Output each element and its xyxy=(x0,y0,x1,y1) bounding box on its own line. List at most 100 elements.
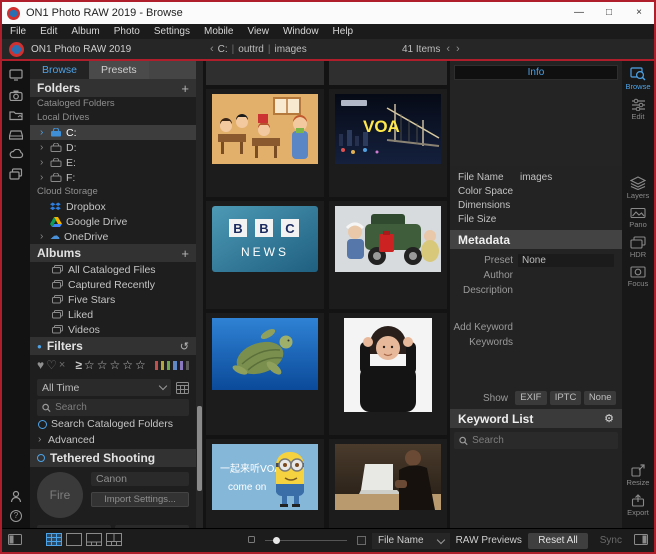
calendar-icon[interactable] xyxy=(176,381,189,394)
onedrive-row[interactable]: › ☁ OneDrive xyxy=(30,229,196,244)
add-keyword-input[interactable] xyxy=(518,321,614,334)
menu-file[interactable]: File xyxy=(10,26,26,37)
metadata-header[interactable]: Metadata xyxy=(450,230,622,249)
drive-row-d[interactable]: › D: xyxy=(30,140,196,155)
menu-window[interactable]: Window xyxy=(283,26,319,37)
view-grid-button[interactable] xyxy=(46,533,62,549)
keyword-settings-gear-icon[interactable]: ⚙ xyxy=(604,412,614,425)
camera-select[interactable]: Canon xyxy=(91,472,189,486)
show-exif-button[interactable]: EXIF xyxy=(515,391,547,405)
album-all-cataloged[interactable]: All Cataloged Files xyxy=(30,262,196,277)
drive-row-f[interactable]: › F: xyxy=(30,170,196,185)
rejected-filter-icon[interactable]: × xyxy=(59,359,65,371)
show-iptc-button[interactable]: IPTC xyxy=(550,391,582,405)
thumbnail-cell[interactable] xyxy=(206,313,324,435)
album-liked[interactable]: Liked xyxy=(30,307,196,322)
fire-button[interactable]: Fire xyxy=(37,472,83,518)
add-album-button[interactable]: + xyxy=(181,246,189,261)
filter-search-input[interactable] xyxy=(55,402,184,413)
not-liked-filter-icon[interactable]: ♡ xyxy=(46,358,57,372)
color-swatch-red[interactable] xyxy=(155,361,158,370)
vintage-car-cartoon-thumbnail[interactable] xyxy=(335,206,441,272)
thumbnail-cell[interactable]: 一起来听VOA come on xyxy=(206,439,324,528)
module-layers[interactable]: Layers xyxy=(627,176,650,200)
add-folder-button[interactable]: + xyxy=(181,81,189,96)
expand-icon[interactable]: › xyxy=(40,231,46,242)
info-tab[interactable]: Info xyxy=(454,65,618,80)
dropbox-row[interactable]: Dropbox xyxy=(30,199,196,214)
thumbnail-cell[interactable]: B B C NEWS xyxy=(206,201,324,309)
close-button[interactable]: × xyxy=(624,2,654,24)
camera-icon[interactable] xyxy=(9,90,23,101)
menu-settings[interactable]: Settings xyxy=(154,26,190,37)
menu-album[interactable]: Album xyxy=(71,26,99,37)
raw-previews-label[interactable]: RAW Previews xyxy=(456,535,522,546)
show-none-button[interactable]: None xyxy=(584,391,616,405)
module-focus[interactable]: Focus xyxy=(628,266,648,288)
color-swatch-blue[interactable] xyxy=(173,361,176,370)
rating-ge-icon[interactable]: ≥ xyxy=(75,358,82,372)
color-swatch-green[interactable] xyxy=(167,361,170,370)
sidebar-scrollbar[interactable] xyxy=(196,61,203,528)
menu-help[interactable]: Help xyxy=(333,26,354,37)
keyword-search-input[interactable] xyxy=(472,435,613,446)
color-swatch-purple[interactable] xyxy=(180,361,183,370)
view-compare-button[interactable] xyxy=(106,533,122,549)
menu-photo[interactable]: Photo xyxy=(114,26,140,37)
label-checkbox[interactable] xyxy=(357,536,366,545)
toggle-left-panel-icon[interactable] xyxy=(8,534,22,548)
man-at-laptop-thumbnail[interactable] xyxy=(335,444,441,510)
module-resize[interactable]: Resize xyxy=(627,464,650,487)
thumbnail-size-slider[interactable] xyxy=(265,540,347,541)
drive-row-c[interactable]: › C: xyxy=(30,125,196,140)
module-edit[interactable]: Edit xyxy=(631,98,646,121)
sync-button[interactable]: Sync xyxy=(594,535,628,546)
breadcrumb-current[interactable]: images xyxy=(274,44,306,55)
color-swatch-gray[interactable] xyxy=(186,361,189,370)
drive-row-e[interactable]: › E: xyxy=(30,155,196,170)
star-2-icon[interactable]: ☆ xyxy=(97,358,108,372)
menu-mobile[interactable]: Mobile xyxy=(204,26,233,37)
module-browse[interactable]: Browse xyxy=(625,67,650,91)
maximize-button[interactable]: □ xyxy=(594,2,624,24)
bbc-news-thumbnail[interactable]: B B C NEWS xyxy=(212,206,318,272)
search-cataloged-toggle[interactable]: Search Cataloged Folders xyxy=(30,416,196,432)
prev-item-icon[interactable]: ‹ xyxy=(446,43,450,55)
sea-turtle-thumbnail[interactable] xyxy=(212,318,318,390)
breadcrumb-folder[interactable]: outtrd xyxy=(238,44,264,55)
preset-select[interactable]: None xyxy=(518,254,614,267)
album-captured-recently[interactable]: Captured Recently xyxy=(30,277,196,292)
thumbnail-cell[interactable] xyxy=(329,313,447,435)
local-drives-label[interactable]: Local Drives xyxy=(30,111,196,125)
drive-icon[interactable] xyxy=(9,130,23,140)
star-1-icon[interactable]: ☆ xyxy=(84,358,95,372)
description-input[interactable] xyxy=(518,284,614,297)
cartoon-classroom-thumbnail[interactable] xyxy=(212,94,318,164)
tab-browse[interactable]: Browse xyxy=(30,61,89,79)
toggle-right-panel-icon[interactable] xyxy=(634,534,648,548)
menu-view[interactable]: View xyxy=(247,26,269,37)
time-range-select[interactable]: All Time xyxy=(37,379,171,396)
minion-voa-thumbnail[interactable]: 一起来听VOA come on xyxy=(212,444,318,510)
star-5-icon[interactable]: ☆ xyxy=(135,358,146,372)
album-videos[interactable]: Videos xyxy=(30,322,196,337)
breadcrumb-drive[interactable]: C: xyxy=(218,44,228,55)
folders-icon[interactable] xyxy=(9,110,24,121)
account-icon[interactable] xyxy=(10,490,23,503)
desktop-icon[interactable] xyxy=(9,69,23,81)
thumbnail-cell[interactable] xyxy=(329,439,447,528)
next-item-icon[interactable]: › xyxy=(456,43,460,55)
import-settings-button[interactable]: Import Settings... xyxy=(91,492,189,507)
color-swatch-yellow[interactable] xyxy=(161,361,164,370)
expand-icon[interactable]: › xyxy=(40,172,46,183)
star-4-icon[interactable]: ☆ xyxy=(122,358,133,372)
module-pano[interactable]: Pano xyxy=(629,207,647,229)
breadcrumb-back-icon[interactable]: ‹ xyxy=(210,43,214,55)
scrollbar-handle[interactable] xyxy=(197,406,202,491)
view-detail-button[interactable] xyxy=(66,533,82,549)
minimize-button[interactable]: — xyxy=(564,2,594,24)
author-input[interactable] xyxy=(518,269,614,282)
advanced-toggle[interactable]: › Advanced xyxy=(30,432,196,447)
module-hdr[interactable]: HDR xyxy=(630,236,646,259)
cataloged-folders-label[interactable]: Cataloged Folders xyxy=(30,97,196,111)
